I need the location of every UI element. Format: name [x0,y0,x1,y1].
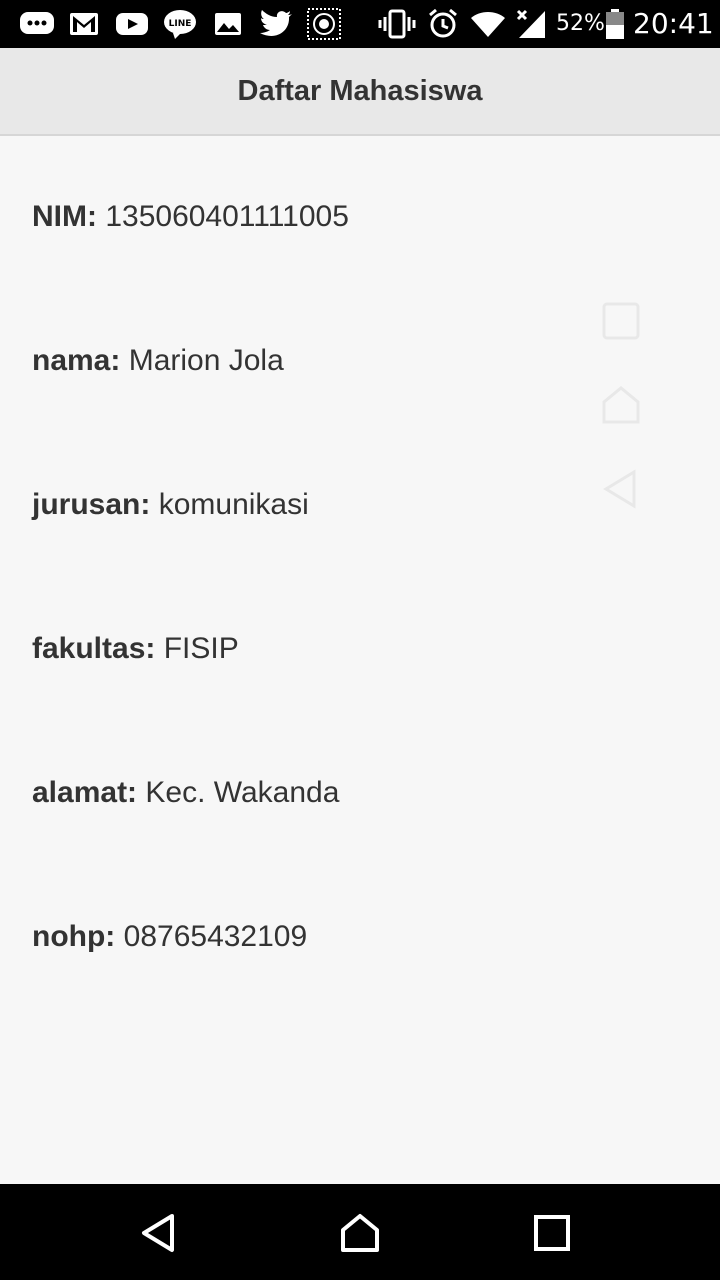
overlay-back-icon[interactable] [600,468,642,510]
overlay-recents-icon[interactable] [600,300,642,342]
vibrate-icon [378,8,416,40]
back-icon[interactable] [138,1212,180,1254]
clock: 20:41 [633,7,714,40]
gmail-icon [68,8,100,40]
line-icon: LINE [162,8,198,40]
app-emblem-icon [306,8,342,40]
field-nohp: nohp: 08765432109 [32,920,307,954]
field-nim: NIM: 135060401111005 [32,200,349,234]
svg-text:LINE: LINE [169,19,192,29]
app-bar: Daftar Mahasiswa [0,48,720,136]
twitter-icon [258,8,294,40]
field-fakultas: fakultas: FISIP [32,632,239,666]
field-nama: nama: Marion Jola [32,344,284,378]
field-label: nama: [32,344,121,377]
status-bar: LINE 52% 20:41 [0,0,720,48]
field-label: fakultas: [32,632,156,665]
field-value: komunikasi [158,488,309,521]
chat-bubble-icon [18,8,56,40]
recents-icon[interactable] [531,1212,573,1254]
screen: LINE 52% 20:41 Daftar Mahasiswa NIM: 135… [0,0,720,1280]
field-jurusan: jurusan: komunikasi [32,488,309,522]
field-alamat: alamat: Kec. Wakanda [32,776,339,810]
field-value: Marion Jola [128,344,284,377]
field-value: 135060401111005 [105,200,349,233]
field-value: FISIP [163,632,239,665]
floating-nav-overlay [600,300,642,510]
field-label: alamat: [32,776,138,809]
alarm-icon [426,8,460,40]
field-label: nohp: [32,920,116,953]
battery-percent: 52% [556,11,605,36]
field-value: Kec. Wakanda [145,776,340,809]
page-title: Daftar Mahasiswa [237,74,483,107]
home-icon[interactable] [339,1212,381,1254]
overlay-home-icon[interactable] [600,384,642,426]
field-label: NIM: [32,200,97,233]
field-value: 08765432109 [123,920,308,953]
youtube-icon [114,8,150,40]
gallery-icon [212,8,244,40]
signal-icon [514,8,548,40]
battery-icon [604,8,626,40]
field-label: jurusan: [32,488,151,521]
wifi-icon [470,8,506,40]
system-nav-bar [0,1184,720,1280]
